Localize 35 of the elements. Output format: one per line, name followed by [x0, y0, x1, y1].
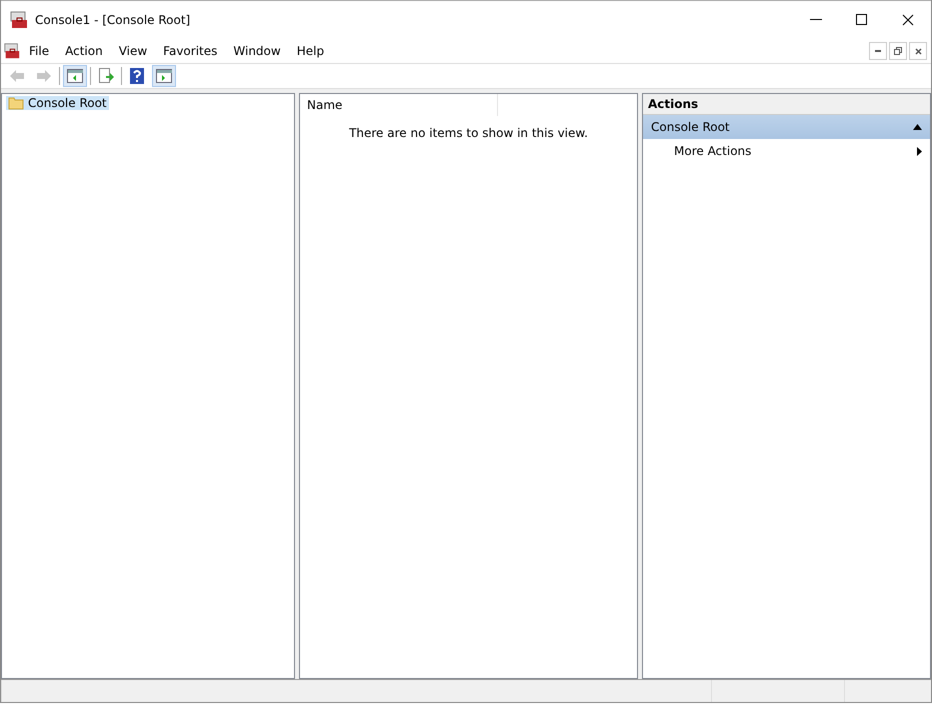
menu-item[interactable]: Action: [57, 44, 111, 58]
forward-arrow-icon: [36, 69, 52, 83]
pane-icon: [67, 69, 83, 83]
menu-item[interactable]: View: [110, 44, 156, 58]
column-header[interactable]: Name: [300, 94, 498, 116]
close-icon: [914, 48, 922, 54]
menu-item[interactable]: File: [21, 44, 58, 58]
minimize-icon: [875, 50, 881, 52]
actions-header: Actions: [643, 94, 930, 115]
minimize-icon: [810, 19, 822, 21]
toolbox-icon: [9, 10, 29, 30]
toolbox-icon: [3, 42, 21, 60]
toolbar-button[interactable]: [152, 65, 176, 87]
restore-button[interactable]: [889, 42, 907, 60]
back-arrow-icon: [9, 69, 25, 83]
menu-item[interactable]: Favorites: [155, 44, 226, 58]
action-item[interactable]: More Actions: [643, 139, 930, 163]
toolbar-button[interactable]: [63, 65, 87, 87]
minimize-button[interactable]: [869, 42, 887, 60]
tree-item[interactable]: Console Root: [6, 96, 109, 110]
empty-message: There are no items to show in this view.: [348, 126, 589, 140]
folder-icon: [8, 96, 24, 110]
maximize-icon: [856, 14, 868, 26]
menu-item[interactable]: Window: [225, 44, 289, 58]
menu-item[interactable]: Help: [288, 44, 332, 58]
restore-icon: [894, 47, 902, 55]
export-list-icon: [98, 68, 114, 84]
collapse-icon: [913, 124, 922, 130]
close-button[interactable]: [909, 42, 927, 60]
help-icon: [130, 68, 144, 84]
close-icon: [902, 14, 914, 26]
pane-icon: [156, 69, 172, 83]
section-header[interactable]: Console Root: [643, 115, 930, 139]
window-title: Console1 - [Console Root]: [35, 13, 192, 27]
submenu-arrow-icon: [917, 146, 922, 156]
